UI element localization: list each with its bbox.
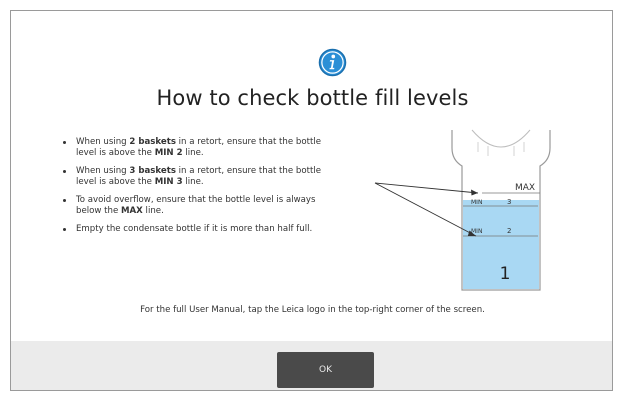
min3-number: 3 [507,198,511,206]
list-item: To avoid overflow, ensure that the bottl… [62,195,332,217]
info-icon [318,48,347,77]
min2-number: 2 [507,227,511,235]
min3-label: MIN [471,199,482,206]
bottle-number: 1 [500,264,511,284]
list-item: When using 2 baskets in a retort, ensure… [62,137,332,159]
instruction-list: When using 2 baskets in a retort, ensure… [62,137,332,242]
ok-button[interactable]: OK [277,352,374,388]
max-label: MAX [515,183,535,193]
footer-note: For the full User Manual, tap the Leica … [140,305,485,315]
bottle-illustration: MAX MIN 3 MIN 2 1 [374,129,551,291]
list-item: Empty the condensate bottle if it is mor… [62,224,332,235]
dialog-title: How to check bottle fill levels [156,86,469,110]
arrow-head [471,189,478,196]
list-item: When using 3 baskets in a retort, ensure… [62,166,332,188]
